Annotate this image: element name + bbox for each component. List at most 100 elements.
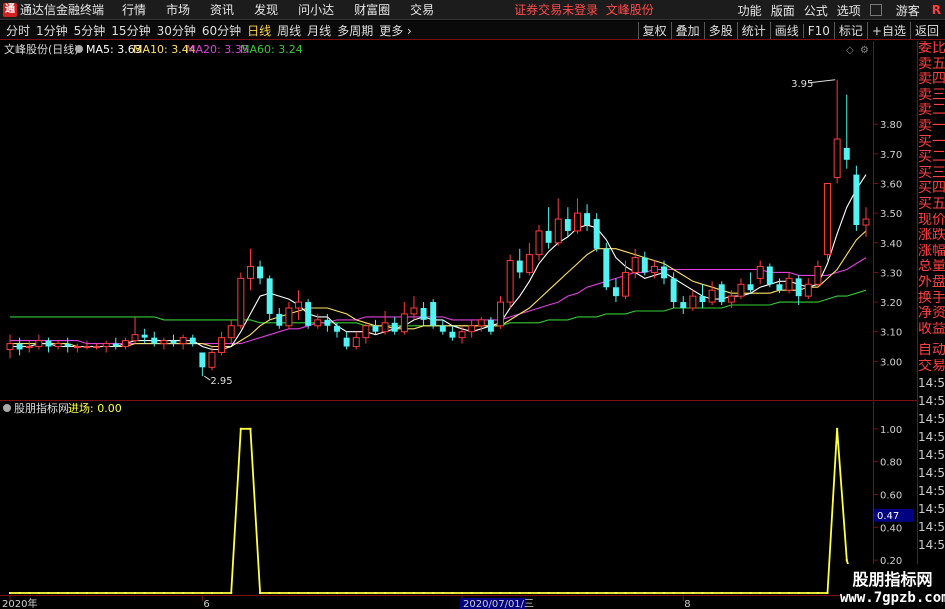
- signal-polyline: [10, 427, 866, 594]
- period-monthly[interactable]: 月线: [307, 22, 331, 39]
- menu-market[interactable]: 市场: [166, 1, 190, 18]
- candle-body: [324, 319, 331, 326]
- signal-point: [432, 592, 435, 594]
- menu-trade[interactable]: 交易: [410, 1, 434, 18]
- guest-user[interactable]: 游客: [896, 2, 920, 19]
- mark-button[interactable]: 标记: [833, 22, 867, 39]
- candle-body: [45, 340, 52, 347]
- period-weekly[interactable]: 周线: [277, 22, 301, 39]
- watermark-url: www.7gpzb.com: [840, 590, 945, 606]
- candle-body: [237, 277, 245, 327]
- candle-body: [381, 322, 389, 333]
- signal-point: [470, 592, 473, 594]
- candle-body: [497, 301, 504, 327]
- menu-layout[interactable]: 版面: [771, 2, 795, 19]
- quote-item: 卖三: [918, 87, 945, 103]
- add-watchlist-button[interactable]: +自选: [866, 22, 910, 39]
- menu-ask[interactable]: 问小达: [298, 1, 334, 18]
- chart-options-icon[interactable]: ⚙: [860, 45, 869, 56]
- candle-body: [584, 213, 591, 225]
- broker-login-status[interactable]: 证券交易未登录 文峰股份: [514, 1, 654, 18]
- candle: [661, 260, 668, 285]
- trade-times: 14:56 14:56 14:56 14:56 14:56 14:56 14:56 14:56…: [918, 374, 945, 554]
- price-tick-label: 3.60: [880, 180, 902, 191]
- quote-item: 外盘: [918, 274, 945, 290]
- watermark-title: 股朋指标网: [852, 570, 933, 589]
- period-15min[interactable]: 15分钟: [111, 22, 150, 39]
- candle-body: [189, 337, 196, 344]
- signal-point: [845, 559, 848, 562]
- indicator-toggle-icon[interactable]: [3, 404, 11, 412]
- adjust-button[interactable]: 复权: [637, 22, 671, 39]
- period-1min[interactable]: 1分钟: [36, 22, 68, 39]
- candle: [343, 331, 350, 350]
- period-60min[interactable]: 60分钟: [202, 22, 241, 39]
- signal-point: [403, 592, 406, 594]
- candle: [525, 242, 533, 276]
- overlay-button[interactable]: 叠加: [670, 22, 704, 39]
- candle: [573, 198, 581, 234]
- chart-settings-icon[interactable]: ◇: [846, 45, 854, 56]
- moving-averages: [10, 174, 867, 351]
- signal-point: [230, 592, 233, 594]
- period-5min[interactable]: 5分钟: [74, 22, 106, 39]
- signal-point: [374, 592, 377, 594]
- menu-options[interactable]: 选项: [837, 2, 861, 19]
- candle-body: [622, 271, 630, 297]
- low-price-label: 2.95: [210, 376, 232, 387]
- signal-point: [653, 592, 656, 594]
- indicator-title: 股朋指标网: [14, 401, 69, 415]
- ma-toggle-icon[interactable]: [75, 45, 83, 53]
- trade-label[interactable]: 交易: [918, 359, 945, 375]
- window-restore-icon[interactable]: [869, 4, 882, 16]
- signal-point: [201, 592, 204, 594]
- candle: [766, 263, 773, 288]
- candle-body: [727, 295, 735, 303]
- period-more[interactable]: 更多 ›: [379, 22, 412, 39]
- quote-item: 委比: [918, 41, 945, 56]
- candle-body: [824, 183, 832, 256]
- period-30min[interactable]: 30分钟: [157, 22, 196, 39]
- period-daily[interactable]: 日线: [247, 22, 271, 39]
- candle-body: [83, 346, 91, 349]
- multi-stock-button[interactable]: 多股: [703, 22, 737, 39]
- chevron-right-icon: ›: [407, 23, 412, 38]
- menu-quotes[interactable]: 行情: [122, 1, 146, 18]
- price-tick-label: 3.30: [880, 268, 902, 279]
- auto-trade-label[interactable]: 自动: [918, 343, 945, 359]
- kline-chart[interactable]: 文峰股份(日线) MA5: 3.63 MA10: 3.44 MA20: 3.35…: [0, 41, 917, 609]
- candle-body: [391, 322, 398, 332]
- f10-button[interactable]: F10: [802, 23, 834, 38]
- candle: [362, 322, 370, 344]
- candle: [381, 310, 389, 335]
- period-multi[interactable]: 多周期: [337, 22, 373, 39]
- menu-discover[interactable]: 发现: [254, 1, 278, 18]
- candle: [430, 299, 437, 329]
- signal-point: [316, 592, 319, 594]
- period-intraday[interactable]: 分时: [6, 22, 30, 39]
- candle-body: [151, 337, 158, 344]
- back-button[interactable]: 返回: [909, 22, 943, 39]
- candle: [151, 331, 158, 347]
- candle-body: [352, 337, 360, 348]
- signal-point: [778, 592, 781, 594]
- candle-body: [208, 351, 216, 368]
- signal-point: [76, 592, 79, 594]
- signal-point: [614, 592, 617, 594]
- menu-wealth[interactable]: 财富圈: [354, 1, 390, 18]
- trade-time: 14:56: [918, 466, 945, 481]
- signal-point: [412, 592, 415, 594]
- candle-body: [458, 331, 466, 339]
- candle-body: [218, 337, 226, 353]
- menu-formula[interactable]: 公式: [804, 2, 828, 19]
- app-title: 通达信金融终端: [20, 3, 105, 17]
- draw-line-button[interactable]: 画线: [769, 22, 803, 39]
- stats-button[interactable]: 统计: [736, 22, 770, 39]
- candle: [141, 328, 148, 344]
- menu-function[interactable]: 功能: [738, 2, 762, 19]
- signal-point: [691, 592, 694, 594]
- quote-item: 卖五: [918, 56, 945, 72]
- trade-time: 14:56: [918, 412, 945, 427]
- menu-news[interactable]: 资讯: [210, 1, 234, 18]
- signal-point: [759, 592, 762, 594]
